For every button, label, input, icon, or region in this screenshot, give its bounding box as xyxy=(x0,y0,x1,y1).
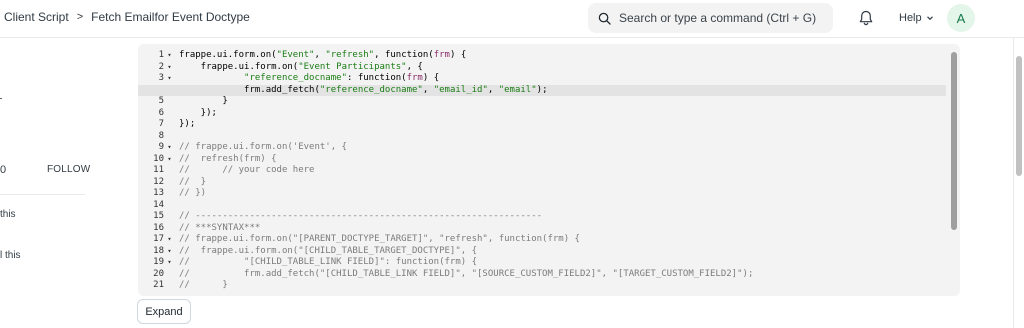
code-line[interactable]: // frappe.ui.form.on("[PARENT_DOCTYPE_TA… xyxy=(179,234,946,246)
help-label: Help xyxy=(899,12,922,24)
fold-arrow-icon[interactable]: ▾ xyxy=(166,62,173,74)
code-line[interactable]: // }) xyxy=(179,188,946,200)
line-number: 9 ▾ xyxy=(158,142,173,154)
code-line[interactable]: }); xyxy=(179,108,946,120)
fold-arrow-icon[interactable]: ▾ xyxy=(166,234,173,246)
line-number: 5 xyxy=(158,96,164,106)
line-number: 11 xyxy=(153,165,164,175)
sidebar-divider xyxy=(0,194,85,195)
line-number: 8 xyxy=(158,130,164,141)
code-line[interactable]: // "[CHILD_TABLE_LINK FIELD]": function(… xyxy=(179,257,946,269)
fold-arrow-icon[interactable]: ▾ xyxy=(166,50,173,62)
page-scrollbar[interactable] xyxy=(1016,56,1022,176)
code-line[interactable]: // frm.add_fetch("[CHILD_TABLE_LINK FIEL… xyxy=(179,269,946,281)
line-number: 21 xyxy=(153,280,164,290)
chevron-right-icon: > xyxy=(76,11,84,23)
fold-arrow-icon[interactable]: ▾ xyxy=(166,154,173,166)
line-number: 14 xyxy=(153,199,164,210)
code-line[interactable]: } xyxy=(179,96,946,108)
code-editor[interactable]: 1▾2▾3▾456789▾10▾11121314151617▾18▾19▾202… xyxy=(138,44,960,296)
search-placeholder[interactable]: Search or type a command (Ctrl + G) xyxy=(619,11,816,25)
line-number: 6 xyxy=(158,107,164,118)
line-number: 19 ▾ xyxy=(153,257,173,269)
code-line[interactable]: // frappe.ui.form.on('Event', { xyxy=(179,142,946,154)
line-number: 10 ▾ xyxy=(153,153,173,166)
line-number: 18 ▾ xyxy=(153,245,173,258)
search-bar[interactable]: Search or type a command (Ctrl + G) xyxy=(588,3,833,33)
line-number: 17 ▾ xyxy=(153,234,173,246)
page-divider xyxy=(1013,38,1014,328)
code-line[interactable]: }); xyxy=(179,119,946,131)
code-line[interactable]: frappe.ui.form.on("Event", "refresh", fu… xyxy=(179,50,946,62)
line-number: 13 xyxy=(153,188,164,198)
expand-button[interactable]: Expand xyxy=(137,299,191,324)
help-dropdown[interactable]: Help xyxy=(899,12,934,24)
fold-arrow-icon[interactable]: ▾ xyxy=(166,142,173,154)
fold-arrow-icon[interactable]: ▾ xyxy=(166,257,173,269)
breadcrumb-item-client-script[interactable]: Client Script xyxy=(4,10,69,24)
code-line[interactable]: frappe.ui.form.on("Event Participants", … xyxy=(179,62,946,74)
editor-scrollbar[interactable] xyxy=(951,52,957,230)
breadcrumb: Client Script > Fetch Emailfor Event Doc… xyxy=(4,10,250,24)
search-icon xyxy=(598,12,611,25)
line-number: 2 ▾ xyxy=(158,61,173,74)
sidebar-text-fragment: l this xyxy=(0,250,21,261)
code-line[interactable]: // } xyxy=(179,280,946,292)
top-navbar: Client Script > Fetch Emailfor Event Doc… xyxy=(0,0,1024,38)
follow-button[interactable]: FOLLOW xyxy=(47,164,90,175)
code-line[interactable]: // ***SYNTAX*** xyxy=(179,223,946,235)
code-line[interactable] xyxy=(179,131,946,143)
line-number: 20 xyxy=(153,268,164,279)
code-line[interactable]: // frappe.ui.form.on("[CHILD_TABLE_TARGE… xyxy=(179,246,946,258)
code-line[interactable]: // refresh(frm) { xyxy=(179,154,946,166)
line-number: 1 ▾ xyxy=(158,50,173,62)
bell-icon[interactable] xyxy=(857,9,875,27)
line-number: 3 ▾ xyxy=(158,73,173,85)
avatar[interactable]: A xyxy=(947,4,975,32)
line-number: 16 xyxy=(153,222,164,233)
fold-arrow-icon[interactable]: ▾ xyxy=(166,73,173,85)
chevron-down-icon xyxy=(926,16,933,21)
code-line[interactable]: // } xyxy=(179,177,946,189)
code-line[interactable]: "reference_docname": function(frm) { xyxy=(179,73,946,85)
sidebar-dash xyxy=(0,98,2,99)
fold-arrow-icon[interactable]: ▾ xyxy=(166,246,173,258)
line-number: 7 xyxy=(158,119,164,129)
breadcrumb-item-document[interactable]: Fetch Emailfor Event Doctype xyxy=(91,10,250,24)
code-line[interactable]: frm.add_fetch("reference_docname", "emai… xyxy=(138,84,946,96)
code-line[interactable] xyxy=(179,200,946,212)
code-line[interactable]: // // your code here xyxy=(179,165,946,177)
follower-count: 0 xyxy=(0,164,7,176)
line-number: 15 xyxy=(153,211,164,221)
sidebar-text-fragment: this xyxy=(0,209,16,220)
code-area[interactable]: frappe.ui.form.on("Event", "refresh", fu… xyxy=(138,50,946,292)
code-line[interactable]: // -------------------------------------… xyxy=(179,211,946,223)
line-number: 12 xyxy=(153,176,164,187)
